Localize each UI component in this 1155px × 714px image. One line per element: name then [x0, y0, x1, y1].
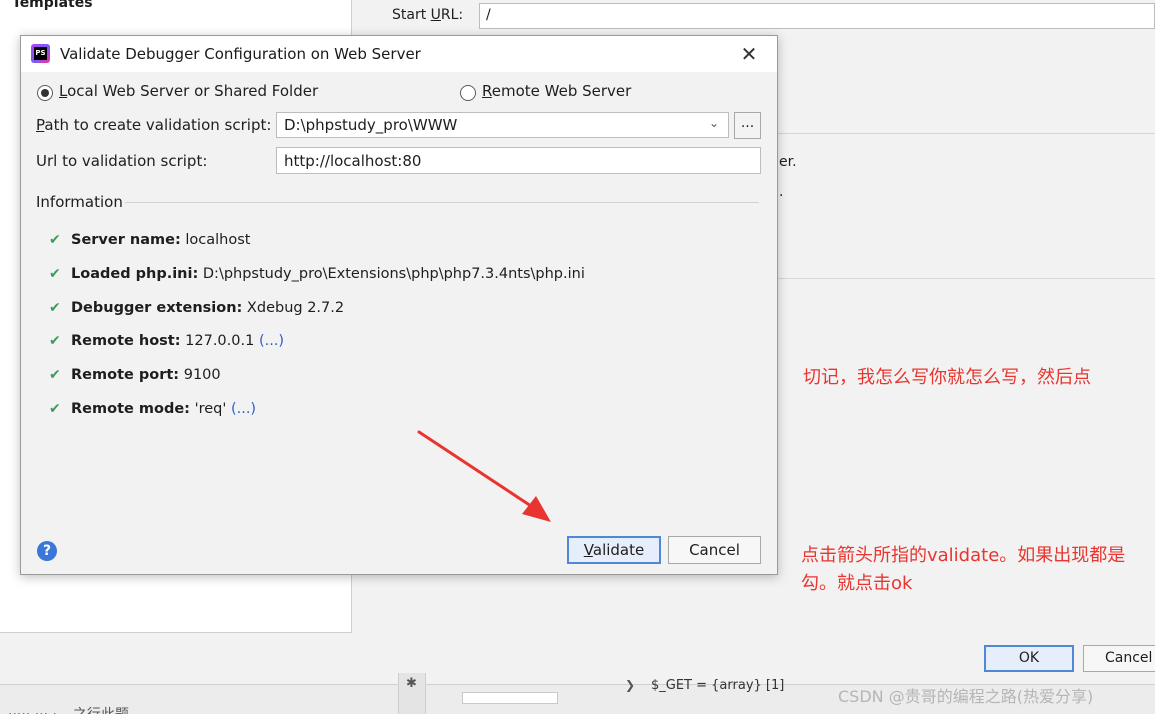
mnemonic: R: [482, 82, 492, 100]
info-row-remote-mode: ✔ Remote mode: 'req' (...): [49, 401, 256, 417]
info-key: Debugger extension:: [71, 300, 243, 316]
bottom-left-text: ····· ··· · – 之行此题: [8, 704, 129, 714]
info-key: Remote host:: [71, 333, 181, 349]
annotation-note-remember: 切记，我怎么写你就怎么写，然后点: [803, 367, 1091, 388]
section-divider: [778, 278, 1155, 279]
chevron-down-icon[interactable]: ⌄: [709, 116, 719, 130]
info-value: D:\phpstudy_pro\Extensions\php\php7.3.4n…: [198, 266, 585, 282]
check-icon: ✔: [49, 367, 61, 383]
info-key: Remote port:: [71, 367, 180, 383]
close-icon[interactable]: ✕: [735, 40, 763, 68]
label-text: emote Web Server: [491, 82, 632, 100]
path-value: D:\phpstudy_pro\WWW: [284, 116, 458, 134]
start-url-label: Start URL:: [392, 7, 464, 23]
path-combobox[interactable]: D:\phpstudy_pro\WWW ⌄: [276, 112, 729, 138]
cancel-button[interactable]: Cancel: [668, 536, 761, 564]
outer-cancel-button[interactable]: Cancel: [1083, 645, 1155, 672]
info-key: Remote mode:: [71, 401, 190, 417]
check-icon: ✔: [49, 333, 61, 349]
url-input[interactable]: [276, 147, 761, 174]
dialog-titlebar: PS Validate Debugger Configuration on We…: [21, 36, 777, 72]
information-separator: [125, 202, 759, 203]
hidden-text-fragment: .: [779, 184, 784, 200]
info-row-php-ini: ✔ Loaded php.ini: D:\phpstudy_pro\Extensi…: [49, 266, 585, 282]
help-icon[interactable]: ?: [37, 541, 57, 561]
annotation-note-validate: 点击箭头所指的validate。如果出现都是勾。就点击ok: [801, 545, 1126, 594]
dialog-title: Validate Debugger Configuration on Web S…: [60, 45, 421, 63]
information-heading: Information: [36, 193, 123, 211]
button-text: alidate: [592, 541, 645, 559]
expand-arrow-icon[interactable]: ❯: [625, 678, 635, 692]
validate-button[interactable]: Validate: [567, 536, 661, 564]
label-text: ath to create validation script:: [44, 116, 272, 134]
debug-scrollbar[interactable]: [462, 692, 558, 704]
validate-debugger-dialog: PS Validate Debugger Configuration on We…: [20, 35, 778, 575]
check-icon: ✔: [49, 266, 61, 282]
radio-remote-label[interactable]: Remote Web Server: [482, 82, 631, 100]
browse-button[interactable]: ...: [734, 112, 761, 139]
details-link[interactable]: (...): [231, 401, 256, 417]
mnemonic: V: [583, 541, 593, 559]
templates-tree-item[interactable]: Templates: [12, 0, 93, 11]
info-key: Server name:: [71, 232, 181, 248]
info-value: localhost: [180, 232, 251, 248]
info-row-remote-port: ✔ Remote port: 9100: [49, 367, 221, 383]
check-icon: ✔: [49, 300, 61, 316]
info-key: Loaded php.ini:: [71, 266, 199, 282]
label-text: ocal Web Server or Shared Folder: [67, 82, 319, 100]
app-icon-text: PS: [34, 47, 47, 60]
radio-local-label[interactable]: Local Web Server or Shared Folder: [59, 82, 318, 100]
url-label: Url to validation script:: [36, 152, 208, 170]
info-row-debugger-extension: ✔ Debugger extension: Xdebug 2.7.2: [49, 300, 344, 316]
info-value: Xdebug 2.7.2: [242, 300, 345, 316]
pin-icon[interactable]: ✱: [406, 676, 417, 691]
debug-variable-row[interactable]: $_GET = {array} [1]: [651, 678, 784, 693]
hidden-text-fragment: er.: [779, 154, 797, 170]
phpstorm-logo-icon: PS: [31, 44, 50, 63]
info-value: 'req': [189, 401, 231, 417]
check-icon: ✔: [49, 232, 61, 248]
details-link[interactable]: (...): [259, 333, 284, 349]
info-row-remote-host: ✔ Remote host: 127.0.0.1 (...): [49, 333, 284, 349]
mnemonic: L: [59, 82, 68, 100]
radio-local-web-server[interactable]: [37, 85, 53, 101]
radio-remote-web-server[interactable]: [460, 85, 476, 101]
section-divider: [778, 133, 1155, 134]
check-icon: ✔: [49, 401, 61, 417]
start-url-input[interactable]: /: [479, 3, 1155, 29]
watermark: CSDN @贵哥的编程之路(热爱分享): [838, 687, 1094, 706]
ok-button[interactable]: OK: [984, 645, 1074, 672]
path-label: Path to create validation script:: [36, 116, 271, 134]
info-row-server-name: ✔ Server name: localhost: [49, 232, 250, 248]
info-value: 9100: [179, 367, 221, 383]
info-value: 127.0.0.1: [180, 333, 259, 349]
